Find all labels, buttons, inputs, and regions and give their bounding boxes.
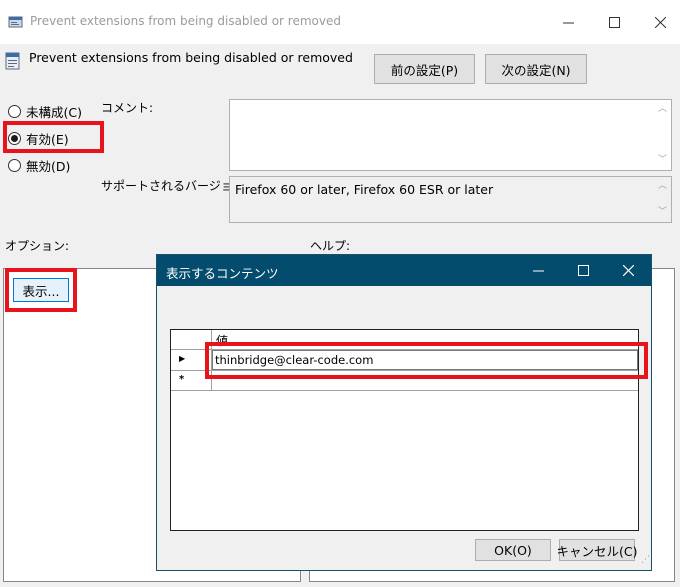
policy-setting-icon: [5, 52, 21, 70]
supported-scrollbar[interactable]: ︿ ﹀: [654, 177, 671, 222]
radio-not-configured-label: 未構成(C): [26, 105, 82, 120]
main-title-bar: Prevent extensions from being disabled o…: [0, 0, 680, 44]
comment-scrollbar[interactable]: ︿ ﹀: [654, 100, 671, 170]
radio-disabled-label: 無効(D): [26, 159, 71, 174]
radio-circle-icon: [8, 105, 21, 118]
dialog-close-icon[interactable]: [605, 255, 651, 286]
current-row-indicator-icon: ▶: [179, 354, 186, 363]
supported-version-value: Firefox 60 or later, Firefox 60 ESR or l…: [235, 182, 494, 197]
previous-setting-button[interactable]: 前の設定(P): [374, 54, 475, 84]
scroll-down-icon[interactable]: ﹀: [658, 156, 667, 165]
highlight-enabled-box: [3, 121, 104, 153]
scroll-up-icon[interactable]: ︿: [658, 182, 667, 191]
comment-label: コメント:: [101, 101, 154, 115]
radio-circle-icon: [8, 159, 21, 172]
scroll-up-icon[interactable]: ︿: [658, 105, 667, 114]
options-label: オプション:: [5, 239, 70, 253]
minimize-icon[interactable]: [548, 0, 588, 44]
dialog-title: 表示するコンテンツ: [166, 266, 279, 281]
scroll-down-icon[interactable]: ﹀: [658, 208, 667, 217]
help-label: ヘルプ:: [310, 239, 351, 253]
ok-button[interactable]: OK(O): [475, 539, 551, 561]
supported-version-label: サポートされるバージョン:: [101, 179, 249, 193]
new-row-indicator-icon: *: [179, 374, 185, 385]
radio-disabled[interactable]: 無効(D): [8, 156, 70, 175]
radio-not-configured[interactable]: 未構成(C): [8, 102, 82, 121]
highlight-show-button-box: [5, 268, 77, 312]
dialog-maximize-icon[interactable]: [560, 255, 606, 286]
window-title: Prevent extensions from being disabled o…: [30, 14, 341, 28]
cancel-button[interactable]: キャンセル(C): [557, 539, 638, 561]
dialog-minimize-icon[interactable]: [515, 255, 561, 286]
dialog-title-bar: 表示するコンテンツ: [157, 255, 651, 286]
show-contents-dialog: 表示するコンテンツ 値 ▶ thinbridge@clear-code.com …: [156, 254, 652, 571]
maximize-icon[interactable]: [594, 0, 634, 44]
policy-title: Prevent extensions from being disabled o…: [29, 50, 353, 65]
comment-textarea[interactable]: ︿ ﹀: [229, 99, 672, 171]
resize-grip-icon[interactable]: ⋰: [641, 555, 650, 565]
close-icon[interactable]: [640, 0, 680, 44]
policy-app-icon: [8, 14, 24, 30]
next-setting-button[interactable]: 次の設定(N): [485, 54, 587, 84]
supported-version-box: Firefox 60 or later, Firefox 60 ESR or l…: [229, 176, 672, 223]
highlight-value-row-box: [205, 342, 648, 379]
